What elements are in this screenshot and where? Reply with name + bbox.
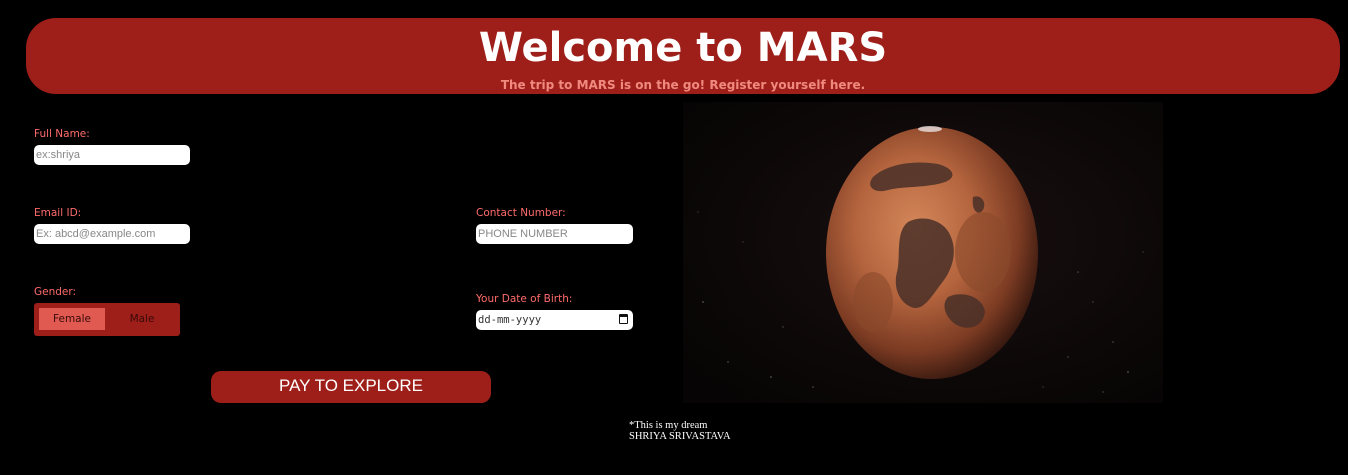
calendar-icon[interactable] [619, 314, 628, 324]
mars-planet-image [683, 102, 1163, 403]
page-subtitle: The trip to MARS is on the go! Register … [500, 78, 866, 92]
pay-to-explore-button[interactable]: PAY TO EXPLORE [211, 371, 491, 403]
gender-female-button[interactable]: Female [39, 308, 105, 330]
footer-line-2: SHRIYA SRIVASTAVA [629, 431, 731, 442]
page-title: Welcome to MARS [478, 25, 888, 71]
header-banner: Welcome to MARS The trip to MARS is on t… [26, 18, 1340, 94]
footer-line-1: *This is my dream [629, 420, 708, 431]
contact-label: Contact Number: [476, 207, 566, 219]
full-name-input[interactable] [34, 145, 190, 165]
gender-male-button[interactable]: Male [109, 308, 175, 330]
footer-note: *This is my dream SHRIYA SRIVASTAVA [629, 420, 731, 442]
dob-input[interactable]: dd-mm-yyyy [476, 310, 633, 330]
dob-label: Your Date of Birth: [476, 293, 573, 305]
mars-planet-icon [683, 102, 1163, 403]
dob-placeholder: dd-mm-yyyy [478, 314, 542, 326]
gender-toggle: Female Male [34, 303, 180, 336]
full-name-label: Full Name: [34, 128, 90, 140]
email-input[interactable] [34, 224, 190, 244]
email-label: Email ID: [34, 207, 82, 219]
gender-label: Gender: [34, 286, 77, 298]
contact-input[interactable] [476, 224, 633, 244]
